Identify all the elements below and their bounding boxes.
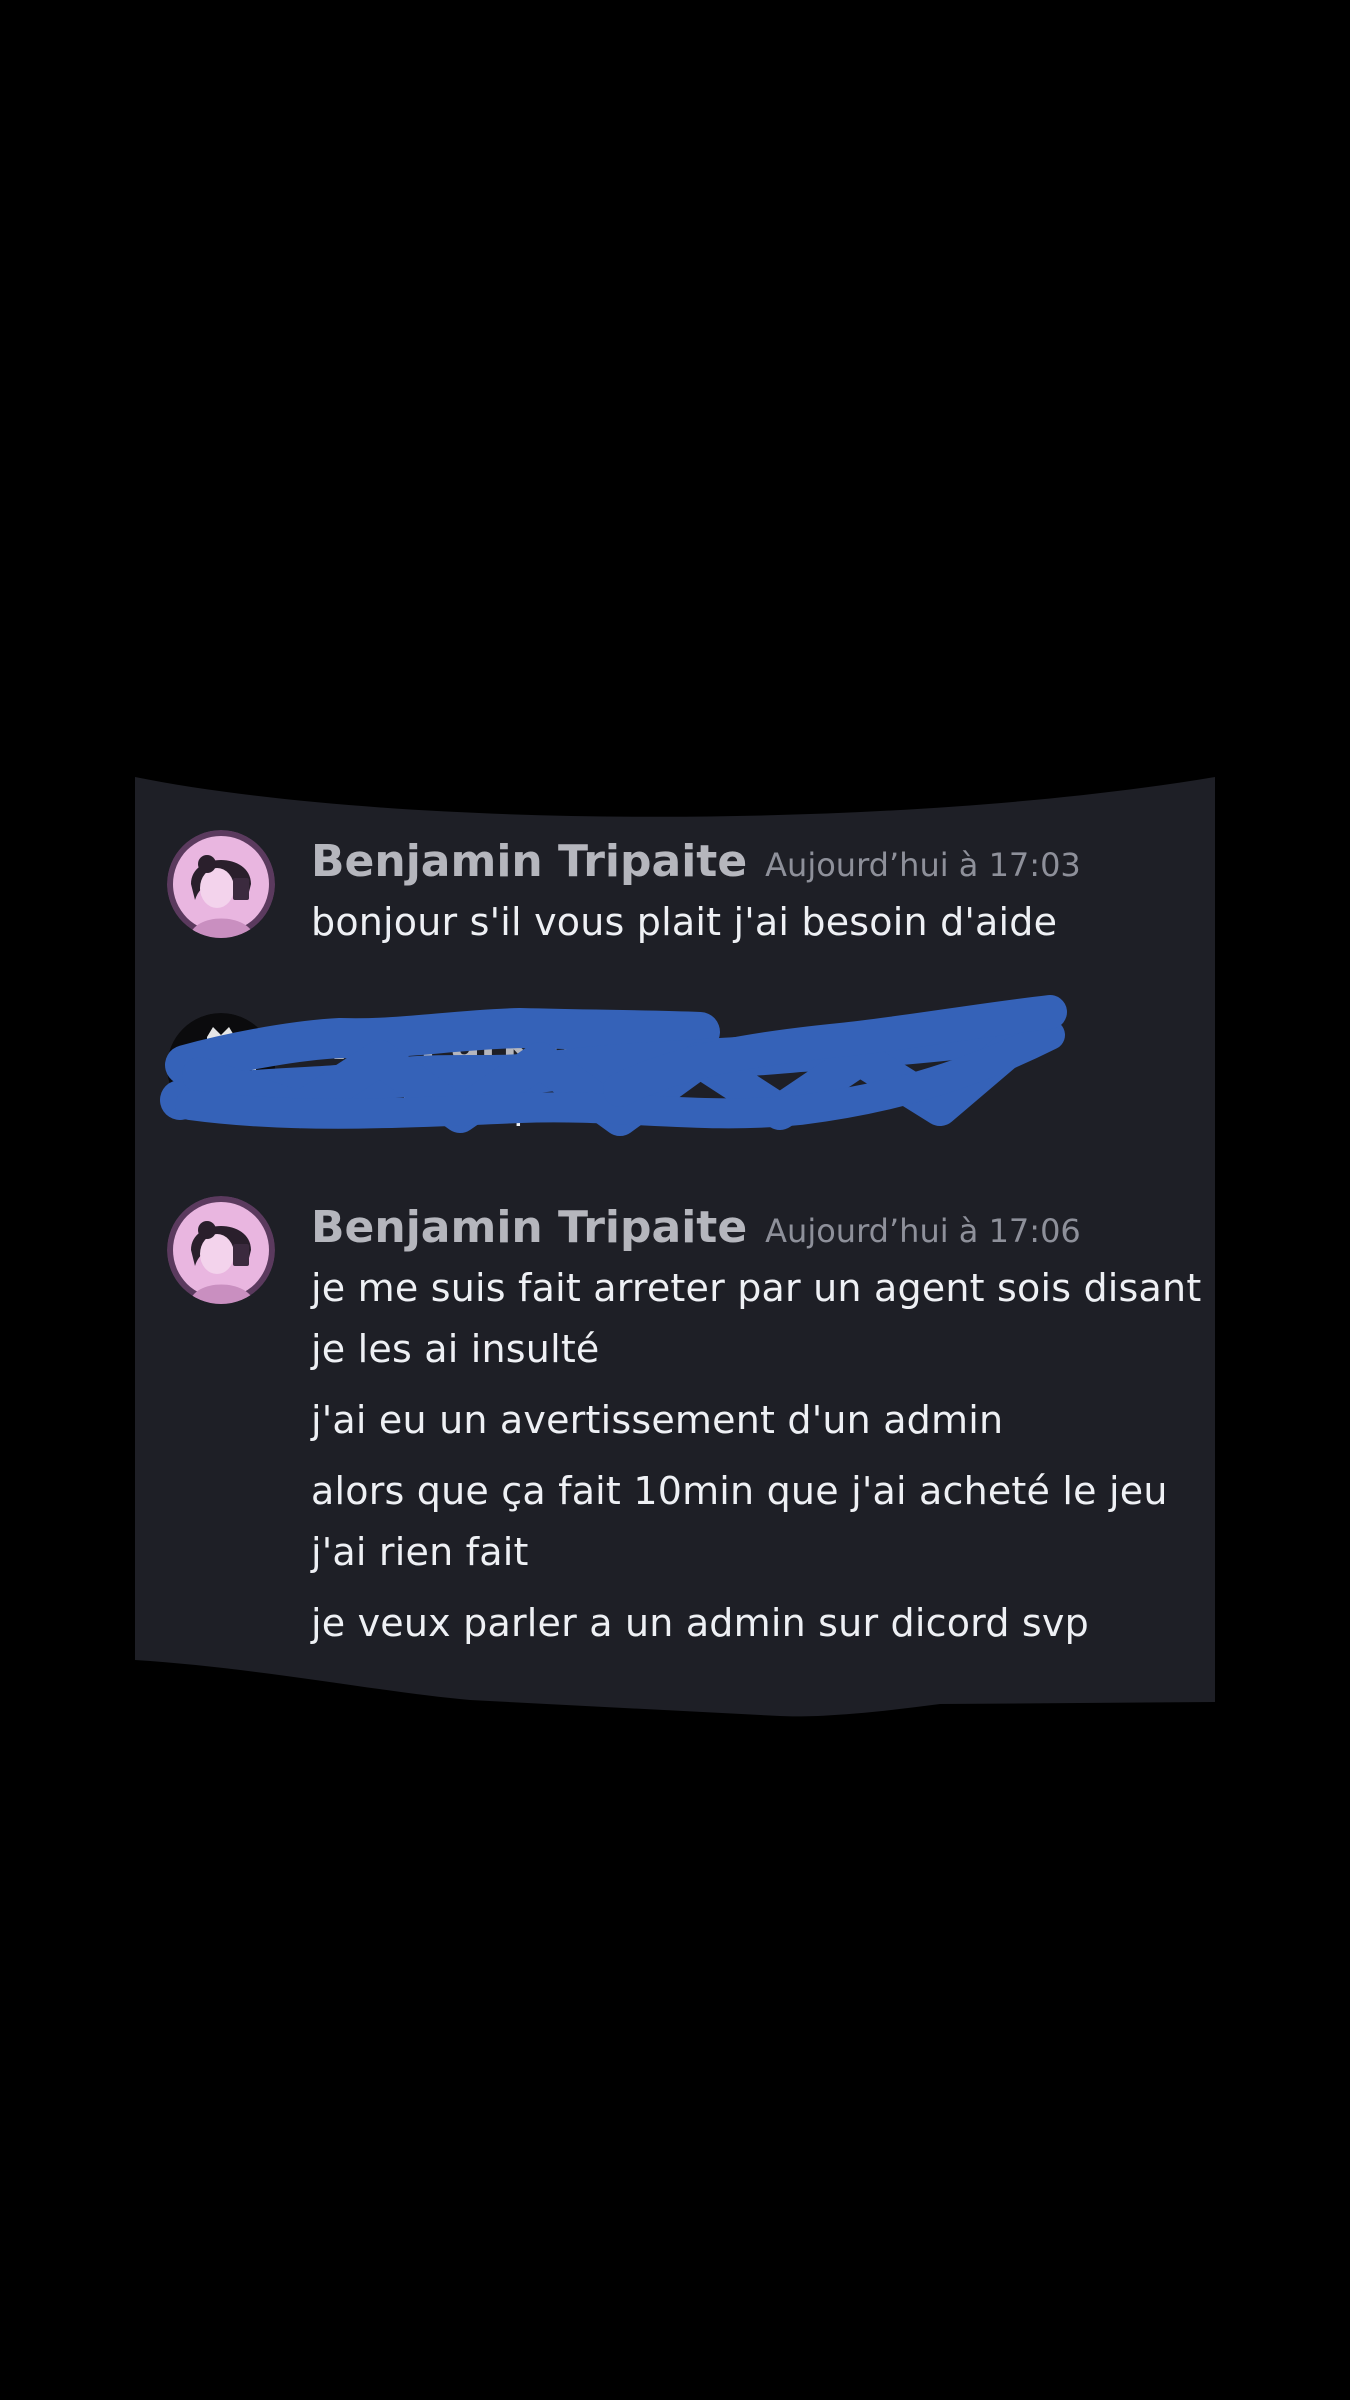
author-name[interactable]: Benjamin Tripaite: [311, 836, 747, 887]
message-line: j'ai rien fait: [311, 1530, 529, 1574]
message-group: Benjamin Tripaite Aujourd’hui à 17:06 je …: [135, 1196, 1215, 1676]
author-name[interactable]: Benjamin Tripaite: [311, 1202, 747, 1253]
message-header: Benjamin Tripaite Aujourd’hui à 17:03: [311, 836, 1081, 887]
illustrated-woman-avatar-icon: [167, 830, 275, 938]
crown-laurel-avatar-icon: [167, 1013, 275, 1121]
message-group-redacted: Ni s Park Auj à 1 omment peux ?: [135, 1013, 1215, 1143]
author-name[interactable]: Ni s Park: [311, 1019, 531, 1070]
message-timestamp[interactable]: Aujourd’hui à 17:06: [765, 1212, 1081, 1250]
user-avatar[interactable]: [167, 1013, 275, 1121]
message-line: je les ai insulté: [311, 1327, 600, 1371]
message-timestamp[interactable]: Aujourd’hui à 17:03: [765, 846, 1081, 884]
message-line: je veux parler a un admin sur dicord svp: [311, 1601, 1089, 1645]
user-avatar[interactable]: [167, 830, 275, 938]
message-header: Benjamin Tripaite Aujourd’hui à 17:06: [311, 1202, 1081, 1253]
message-line: omment peux ?: [340, 1083, 641, 1127]
message-timestamp[interactable]: Auj à 1: [549, 1029, 660, 1067]
illustrated-woman-avatar-icon: [167, 1196, 275, 1304]
user-avatar[interactable]: [167, 1196, 275, 1304]
message-group: Benjamin Tripaite Aujourd’hui à 17:03 bon…: [135, 830, 1215, 960]
chat-message-list: Benjamin Tripaite Aujourd’hui à 17:03 bon…: [135, 800, 1215, 1700]
message-header: Ni s Park Auj à 1: [311, 1019, 661, 1070]
message-line: je me suis fait arreter par un agent soi…: [311, 1266, 1202, 1310]
message-line: j'ai eu un avertissement d'un admin: [311, 1398, 1004, 1442]
message-line: bonjour s'il vous plait j'ai besoin d'ai…: [311, 900, 1058, 944]
message-line: alors que ça fait 10min que j'ai acheté …: [311, 1469, 1168, 1513]
